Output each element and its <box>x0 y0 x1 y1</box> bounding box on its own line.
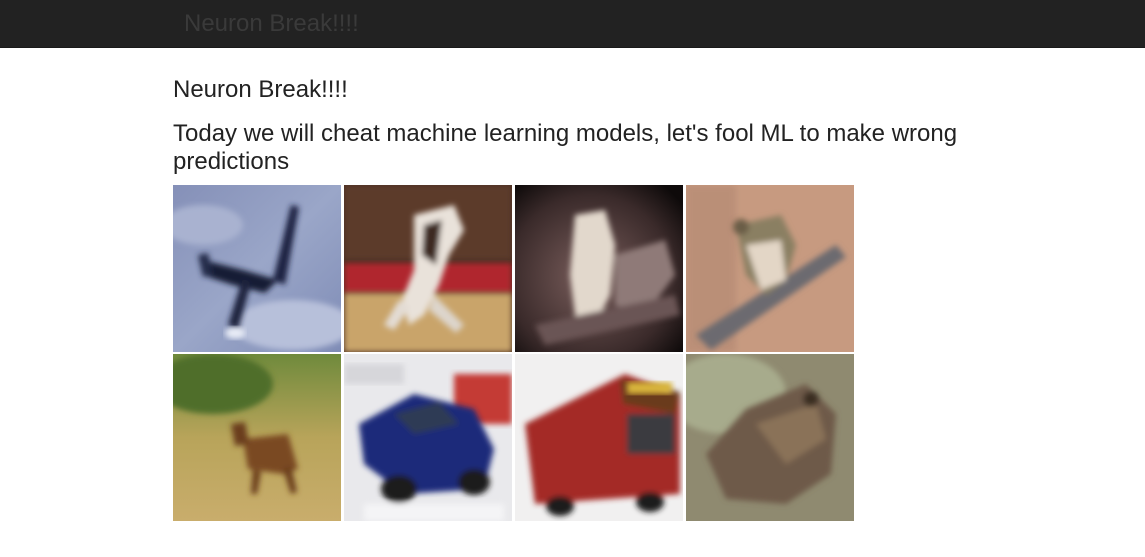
frog-image <box>686 354 854 521</box>
image-tile-car[interactable] <box>344 354 512 521</box>
airplane-image <box>173 185 341 352</box>
navbar-brand-link[interactable]: Neuron Break!!!! <box>184 10 359 38</box>
deer-image <box>173 354 341 521</box>
image-tile-bird-branch[interactable] <box>686 185 854 352</box>
image-tile-truck[interactable] <box>515 354 683 521</box>
image-grid <box>173 185 857 521</box>
main-content: Neuron Break!!!! Today we will cheat mac… <box>173 76 993 176</box>
image-tile-bird[interactable] <box>515 185 683 352</box>
top-navbar: Neuron Break!!!! <box>0 0 1145 48</box>
truck-image <box>515 354 683 521</box>
horse-image <box>344 185 512 352</box>
bird-branch-image <box>686 185 854 352</box>
bird-image <box>515 185 683 352</box>
image-tile-airplane[interactable] <box>173 185 341 352</box>
image-tile-deer[interactable] <box>173 354 341 521</box>
image-tile-frog[interactable] <box>686 354 854 521</box>
image-tile-horse[interactable] <box>344 185 512 352</box>
car-image <box>344 354 512 521</box>
page-subtitle: Today we will cheat machine learning mod… <box>173 120 958 175</box>
page-title: Neuron Break!!!! <box>173 76 348 103</box>
